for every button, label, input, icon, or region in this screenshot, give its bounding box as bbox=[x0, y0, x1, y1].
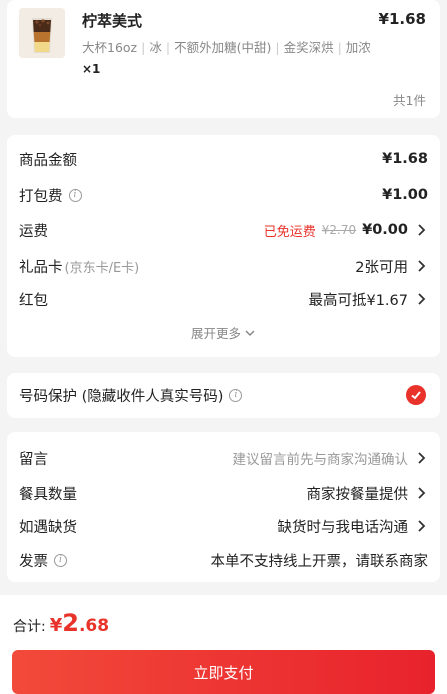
remark-placeholder: 建议留言前先与商家沟通确认 bbox=[232, 452, 409, 468]
info-icon[interactable]: i bbox=[229, 388, 243, 402]
check-icon bbox=[411, 391, 421, 400]
utensil-row[interactable]: 餐具数量 商家按餐量提供 bbox=[19, 481, 428, 505]
goods-amount-row: 商品金额 ¥1.68 bbox=[19, 147, 428, 171]
chevron-right-icon bbox=[418, 452, 426, 464]
utensil-value: 商家按餐量提供 bbox=[306, 486, 409, 503]
packing-fee-value: ¥1.00 bbox=[382, 187, 428, 203]
out-of-stock-row[interactable]: 如遇缺货 缺货时与我电话沟通 bbox=[19, 514, 428, 538]
chevron-right-icon bbox=[418, 520, 426, 532]
chevron-right-icon bbox=[418, 224, 426, 236]
goods-amount-value: ¥1.68 bbox=[382, 151, 428, 167]
remark-label: 留言 bbox=[19, 451, 48, 468]
product-price: ¥1.68 bbox=[378, 10, 426, 28]
remark-row[interactable]: 留言 建议留言前先与商家沟通确认 bbox=[19, 446, 428, 470]
spec-roast: 金奖深烘 bbox=[283, 40, 334, 55]
cost-card: 商品金额 ¥1.68 打包费 i ¥1.00 运费 已免运费 ¥2.70 ¥0.0… bbox=[7, 135, 440, 357]
total-decimal: .68 bbox=[78, 616, 110, 636]
number-protection-row[interactable]: 号码保护 (隐藏收件人真实号码) i bbox=[19, 383, 428, 407]
product-card: 柠萃美式 ¥1.68 大杯16oz | 冰 | 不额外加糖(中甜) | 金奖深烘 | 加浓 ×1… bbox=[7, 0, 440, 118]
gift-card-row[interactable]: 礼品卡 (京东卡/E卡) 2张可用 bbox=[19, 254, 428, 278]
total-label: 合计: bbox=[13, 619, 46, 635]
pay-now-button[interactable]: 立即支付 bbox=[12, 650, 435, 694]
spec-strength: 加浓 bbox=[345, 40, 371, 55]
gift-card-sublabel: (京东卡/E卡) bbox=[64, 260, 140, 276]
shipping-row[interactable]: 运费 已免运费 ¥2.70 ¥0.00 bbox=[19, 218, 428, 242]
chevron-right-icon bbox=[418, 260, 426, 272]
expand-more-label: 展开更多 bbox=[190, 326, 241, 341]
total-currency: ¥ bbox=[49, 615, 63, 636]
number-protection-label: 号码保护 (隐藏收件人真实号码) bbox=[19, 388, 224, 405]
gift-card-label: 礼品卡 bbox=[19, 259, 63, 276]
packing-fee-row: 打包费 i ¥1.00 bbox=[19, 183, 428, 207]
info-icon[interactable]: i bbox=[68, 188, 82, 202]
chevron-right-icon bbox=[418, 487, 426, 499]
chevron-down-icon bbox=[245, 329, 255, 336]
red-packet-row[interactable]: 红包 最高可抵¥1.67 bbox=[19, 287, 428, 311]
product-quantity: ×1 bbox=[82, 62, 101, 76]
shipping-label: 运费 bbox=[19, 223, 48, 240]
item-count: 共1件 bbox=[393, 93, 426, 108]
utensil-label: 餐具数量 bbox=[19, 486, 77, 503]
red-packet-label: 红包 bbox=[19, 292, 48, 309]
expand-more-button[interactable]: 展开更多 bbox=[7, 323, 440, 342]
free-shipping-tag: 已免运费 bbox=[263, 224, 316, 240]
spec-temp: 冰 bbox=[149, 40, 162, 55]
product-image[interactable] bbox=[19, 8, 65, 58]
spec-size: 大杯16oz bbox=[82, 40, 138, 55]
chevron-right-icon bbox=[418, 293, 426, 305]
privacy-card: 号码保护 (隐藏收件人真实号码) i bbox=[7, 373, 440, 418]
out-of-stock-label: 如遇缺货 bbox=[19, 519, 77, 536]
number-protection-checkbox[interactable] bbox=[406, 385, 426, 405]
invoice-label: 发票 bbox=[19, 553, 48, 570]
goods-amount-label: 商品金额 bbox=[19, 152, 77, 169]
product-specs: 大杯16oz | 冰 | 不额外加糖(中甜) | 金奖深烘 | 加浓 bbox=[82, 40, 371, 55]
shipping-value: ¥0.00 bbox=[362, 222, 408, 238]
packing-fee-label: 打包费 bbox=[19, 188, 63, 205]
checkout-footer: 合计: ¥ 2 .68 立即支付 bbox=[0, 595, 447, 694]
invoice-value: 本单不支持线上开票，请联系商家 bbox=[210, 553, 429, 570]
spec-sugar: 不额外加糖(中甜) bbox=[174, 40, 272, 55]
out-of-stock-value: 缺货时与我电话沟通 bbox=[277, 519, 409, 536]
gift-card-value: 2张可用 bbox=[355, 259, 408, 276]
total-integer: 2 bbox=[62, 609, 79, 637]
original-shipping-fee: ¥2.70 bbox=[321, 223, 357, 237]
invoice-row: 发票 i 本单不支持线上开票，请联系商家 bbox=[19, 548, 428, 572]
order-options-card: 留言 建议留言前先与商家沟通确认 餐具数量 商家按餐量提供 如遇缺货 缺货时与我… bbox=[7, 432, 440, 582]
product-name: 柠萃美式 bbox=[82, 12, 143, 30]
order-total: 合计: ¥ 2 .68 bbox=[13, 609, 109, 637]
info-icon[interactable]: i bbox=[54, 553, 67, 567]
red-packet-value: 最高可抵¥1.67 bbox=[308, 292, 408, 309]
